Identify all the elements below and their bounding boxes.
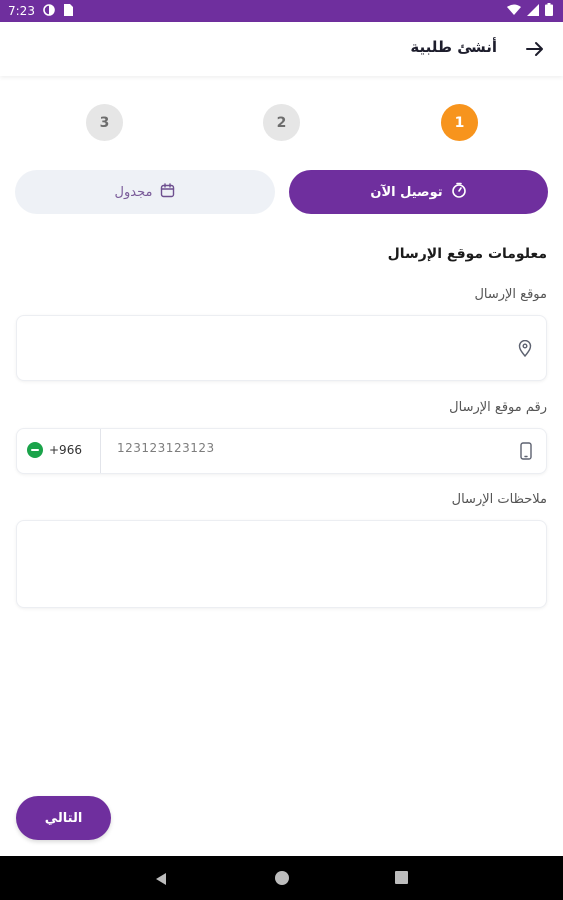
country-code-selector[interactable]: +966 [27,442,82,458]
arrow-right-icon[interactable] [523,37,547,61]
calendar-icon [160,182,175,202]
battery-icon [545,3,553,19]
location-label: موقع الإرسال [474,287,547,302]
deliver-now-button[interactable]: توصيل الآن [289,170,548,214]
divider [100,429,101,473]
navigation-bar [0,856,563,900]
timer-icon [451,182,467,202]
nav-recent-icon[interactable] [395,871,408,884]
notes-textarea[interactable] [16,520,547,608]
sim-card-icon [63,3,73,19]
nav-back-icon[interactable] [154,871,168,890]
notes-label: ملاحظات الإرسال [451,492,547,507]
page-title: أنشئ طلبية [410,38,497,56]
nav-home-icon[interactable] [275,871,289,885]
mobile-phone-icon [520,442,532,464]
phone-label: رقم موقع الإرسال [449,400,547,415]
phone-input[interactable]: 123123123123 [117,441,215,455]
status-bar: 7:23 [0,0,563,22]
next-button[interactable]: التالي [16,796,111,840]
phone-field[interactable]: +966 123123123123 [16,428,547,474]
location-pin-icon [518,339,532,361]
scheduled-button[interactable]: مجدول [15,170,275,214]
step-1: 1 [441,104,478,141]
status-time: 7:23 [8,4,35,18]
country-code: +966 [49,443,82,457]
saudi-flag-icon [27,442,43,458]
deliver-now-label: توصيل الآن [370,184,443,200]
sync-icon [43,3,55,19]
step-3: 3 [86,104,123,141]
app-bar: أنشئ طلبية [0,22,563,76]
cell-signal-icon [527,3,539,19]
location-field[interactable] [16,315,547,381]
section-title: معلومات موقع الإرسال [387,246,547,262]
step-2: 2 [263,104,300,141]
wifi-icon [507,4,521,19]
scheduled-label: مجدول [114,184,153,200]
